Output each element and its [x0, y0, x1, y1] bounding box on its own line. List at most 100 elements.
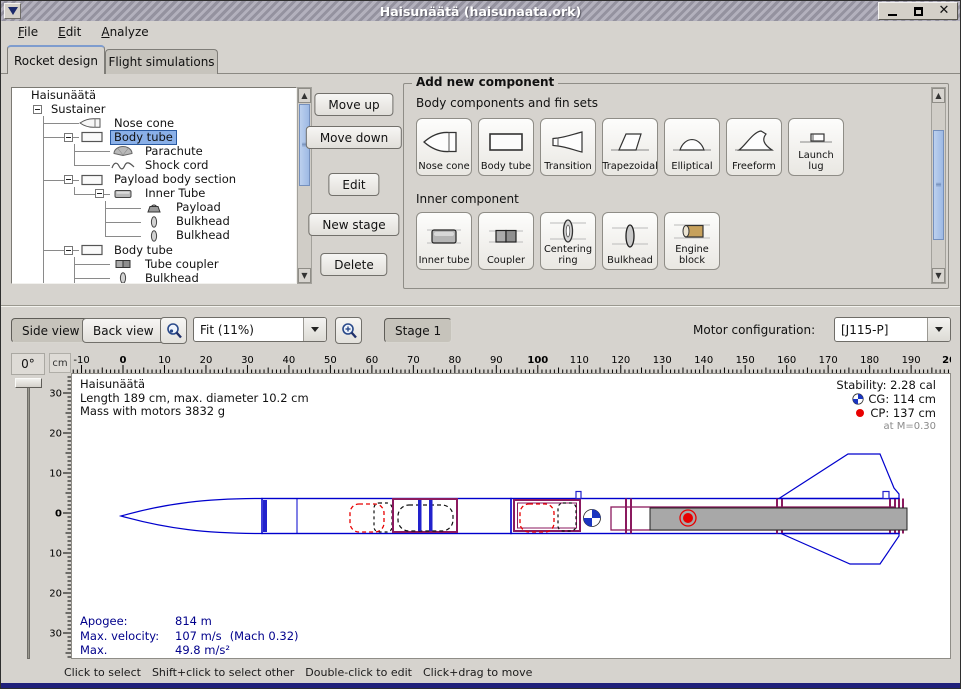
- back-view-button[interactable]: Back view: [82, 318, 165, 343]
- nose-cone-icon: [79, 116, 111, 130]
- tree-stub: [121, 201, 141, 215]
- scroll-up-icon[interactable]: ▲: [298, 88, 311, 103]
- add-transition-button[interactable]: Transition: [540, 118, 596, 176]
- tree-collapse-icon[interactable]: [64, 246, 73, 255]
- side-view-button[interactable]: Side view: [11, 318, 90, 343]
- motor-configuration-value: [J115-P]: [835, 323, 927, 337]
- body-tube-icon: [484, 122, 528, 162]
- tab-rocket-design[interactable]: Rocket design: [7, 45, 105, 74]
- tree-item[interactable]: Bulkhead: [12, 215, 296, 229]
- add-trapezoidal-button[interactable]: Trapezoidal: [602, 118, 658, 176]
- chevron-down-icon[interactable]: [927, 318, 950, 341]
- tree-scrollbar[interactable]: ▲ ≡ ▼: [297, 87, 312, 284]
- body-tube-icon: [79, 130, 111, 144]
- tree-item-label[interactable]: Bulkhead: [173, 229, 233, 242]
- new-stage-button[interactable]: New stage: [308, 213, 399, 236]
- add-nose-cone-button[interactable]: Nose cone: [416, 118, 472, 176]
- motor-configuration-select[interactable]: [J115-P]: [834, 317, 951, 342]
- tree-item[interactable]: Shock cord: [12, 158, 296, 172]
- tree-item[interactable]: Bulkhead: [12, 271, 296, 284]
- zoom-select[interactable]: Fit (11%): [193, 317, 327, 342]
- menu-file[interactable]: File: [9, 23, 47, 41]
- tree-item-label[interactable]: Payload body section: [111, 173, 239, 186]
- chevron-down-icon[interactable]: [303, 318, 326, 341]
- add-inner-tube-button[interactable]: Inner tube: [416, 212, 472, 270]
- rotation-slider-handle[interactable]: [15, 378, 42, 388]
- tree-item-label[interactable]: Shock cord: [142, 159, 211, 172]
- tree-item[interactable]: Payload body section: [12, 173, 296, 187]
- tree-item[interactable]: Parachute: [12, 144, 296, 158]
- menu-edit[interactable]: Edit: [49, 23, 90, 41]
- add-bulkhead-button[interactable]: Bulkhead: [602, 212, 658, 270]
- tree-item-label[interactable]: Parachute: [142, 145, 206, 158]
- svg-text:160: 160: [777, 355, 796, 366]
- title-bar[interactable]: Haisunäätä (haisunaata.ork) ✕: [1, 1, 960, 21]
- tree-guide-line: [28, 257, 59, 271]
- move-down-button[interactable]: Move down: [306, 126, 402, 149]
- scroll-down-icon[interactable]: ▼: [932, 268, 945, 283]
- tree-item[interactable]: Haisunäätä: [12, 88, 296, 102]
- close-button[interactable]: ✕: [932, 4, 956, 18]
- shock-cord-icon: [110, 159, 142, 173]
- zoom-in-button[interactable]: [335, 317, 362, 344]
- tree-guide-line: [59, 229, 90, 243]
- tree-item-label[interactable]: Nose cone: [111, 117, 177, 130]
- group-title: Add new component: [412, 75, 558, 89]
- component-button-label: Inner tube: [419, 256, 470, 266]
- delete-button[interactable]: Delete: [320, 253, 387, 276]
- component-panel-scrollbar[interactable]: ▲ ≡ ▼: [931, 87, 946, 284]
- tree-item-label[interactable]: Sustainer: [48, 103, 108, 116]
- rocket-canvas[interactable]: Haisunäätä Length 189 cm, max. diameter …: [71, 373, 951, 659]
- add-coupler-button[interactable]: Coupler: [478, 212, 534, 270]
- maximize-icon: [914, 7, 923, 16]
- svg-text:-30: -30: [49, 389, 62, 400]
- tree-item[interactable]: Inner Tube: [12, 187, 296, 201]
- tree-item-label[interactable]: Body tube: [111, 131, 176, 144]
- close-icon: ✕: [939, 6, 950, 16]
- tree-item[interactable]: Sustainer: [12, 102, 296, 116]
- component-tree[interactable]: HaisunäätäSustainerNose coneBody tubePar…: [11, 87, 297, 284]
- tree-item-label[interactable]: Inner Tube: [142, 187, 208, 200]
- add-freeform-button[interactable]: Freeform: [726, 118, 782, 176]
- payload-outline: [398, 505, 453, 531]
- maximize-button[interactable]: [906, 4, 930, 18]
- add-elliptical-button[interactable]: Elliptical: [664, 118, 720, 176]
- svg-text:0: 0: [55, 509, 62, 520]
- move-up-button[interactable]: Move up: [314, 93, 393, 116]
- tree-stub: [59, 243, 79, 257]
- tree-collapse-icon[interactable]: [33, 105, 42, 114]
- edit-button[interactable]: Edit: [328, 173, 379, 196]
- tree-item-label[interactable]: Bulkhead: [142, 272, 202, 284]
- add-body-tube-button[interactable]: Body tube: [478, 118, 534, 176]
- tree-item-label[interactable]: Tube coupler: [142, 258, 222, 271]
- tree-item-label[interactable]: Haisunäätä: [28, 89, 99, 102]
- tree-item-label[interactable]: Payload: [173, 201, 224, 214]
- minimize-button[interactable]: [880, 4, 904, 18]
- tree-item-label[interactable]: Bulkhead: [173, 215, 233, 228]
- tree-guide-line: [28, 116, 59, 130]
- scroll-down-icon[interactable]: ▼: [298, 268, 311, 283]
- component-scrollbar-thumb[interactable]: ≡: [933, 130, 944, 240]
- vertical-ruler: -30-20-100102030: [49, 373, 71, 659]
- tab-flight-simulations[interactable]: Flight simulations: [105, 49, 218, 74]
- tree-item[interactable]: Nose cone: [12, 116, 296, 130]
- tree-item-label[interactable]: Body tube: [111, 244, 176, 257]
- tree-collapse-icon[interactable]: [64, 133, 73, 142]
- add-engine-block-button[interactable]: Engine block: [664, 212, 720, 270]
- add-centering-ring-button[interactable]: Centering ring: [540, 212, 596, 270]
- tree-item[interactable]: Body tube: [12, 130, 296, 144]
- add-launch-lug-button[interactable]: Launch lug: [788, 118, 844, 176]
- tree-item[interactable]: Tube coupler: [12, 257, 296, 271]
- flight-extra: (Mach 0.32): [230, 629, 299, 644]
- stage-1-toggle[interactable]: Stage 1: [384, 318, 452, 343]
- zoom-out-button[interactable]: [160, 317, 187, 344]
- tree-collapse-icon[interactable]: [95, 189, 104, 198]
- menu-analyze[interactable]: Analyze: [92, 23, 157, 41]
- scroll-up-icon[interactable]: ▲: [932, 88, 945, 103]
- tree-collapse-icon[interactable]: [64, 175, 73, 184]
- tree-item[interactable]: Payload: [12, 201, 296, 215]
- rotation-slider-track[interactable]: [27, 383, 30, 659]
- tree-item[interactable]: Body tube: [12, 243, 296, 257]
- tree-guide-line: [28, 130, 59, 144]
- tree-item[interactable]: Bulkhead: [12, 229, 296, 243]
